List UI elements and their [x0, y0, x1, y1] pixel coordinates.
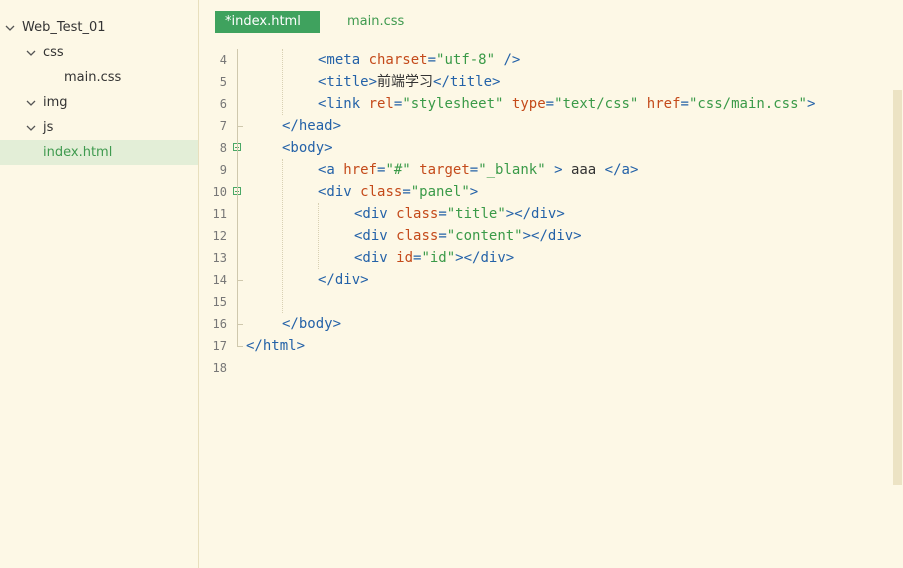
line-number: 13 [212, 251, 227, 265]
code-text: <div class="panel"> [318, 184, 479, 200]
code-line[interactable]: 16 </body> [199, 313, 889, 335]
indent-guide [282, 49, 283, 115]
code-text: </div> [318, 272, 369, 288]
line-number: 17 [212, 339, 227, 353]
tab-index-html[interactable]: *index.html [215, 11, 320, 33]
code-text: <title>前端学习</title> [318, 74, 501, 90]
code-line[interactable]: 4 <meta charset="utf-8" /> [199, 49, 889, 71]
line-number: 11 [212, 207, 227, 221]
tree-item-css[interactable]: css [0, 40, 198, 65]
code-line[interactable]: 8 <body> [199, 137, 889, 159]
tree-item-main-css[interactable]: main.css [0, 65, 198, 90]
code-text: <meta charset="utf-8" /> [318, 52, 521, 68]
tree-item-img[interactable]: img [0, 90, 198, 115]
code-line[interactable]: 11 <div class="title"></div> [199, 203, 889, 225]
code-line[interactable]: 12 <div class="content"></div> [199, 225, 889, 247]
chevron-down-icon[interactable] [26, 99, 38, 107]
code-text: <body> [282, 140, 333, 156]
line-number: 14 [212, 273, 227, 287]
file-tree-sidebar: Web_Test_01 css main.css img js index.ht… [0, 0, 199, 568]
tab-main-css[interactable]: main.css [337, 11, 414, 33]
line-number: 12 [212, 229, 227, 243]
code-text: </body> [282, 316, 342, 332]
code-line[interactable]: 14 </div> [199, 269, 889, 291]
code-text: <div id="id"></div> [354, 250, 515, 266]
fold-gutter-line [237, 49, 238, 346]
code-line[interactable]: 13 <div id="id"></div> [199, 247, 889, 269]
tree-item-index-html[interactable]: index.html [0, 140, 198, 165]
code-line[interactable]: 15 [199, 291, 889, 313]
chevron-down-icon[interactable] [5, 24, 17, 32]
chevron-down-icon[interactable] [26, 49, 38, 57]
line-number: 7 [219, 119, 227, 133]
tree-item-label: img [43, 95, 68, 110]
indent-guide [318, 203, 319, 269]
indent-guide [282, 159, 283, 313]
tree-item-label: js [43, 120, 54, 135]
code-line[interactable]: 6 <link rel="stylesheet" type="text/css" … [199, 93, 889, 115]
line-number: 8 [219, 141, 227, 155]
line-number: 4 [219, 53, 227, 67]
tree-item-js[interactable]: js [0, 115, 198, 140]
line-number: 9 [219, 163, 227, 177]
code-text: <div class="title"></div> [354, 206, 565, 222]
code-text: </head> [282, 118, 342, 134]
tree-item-label: Web_Test_01 [22, 20, 106, 35]
tree-item-web-test-01[interactable]: Web_Test_01 [0, 15, 198, 40]
line-number: 15 [212, 295, 227, 309]
line-number: 6 [219, 97, 227, 111]
code-text: <div class="content"></div> [354, 228, 582, 244]
line-number: 5 [219, 75, 227, 89]
code-text: <a href="#" target="_blank" > aaa </a> [318, 162, 639, 178]
code-text: <link rel="stylesheet" type="text/css" h… [318, 96, 816, 112]
editor-tab-bar: *index.html main.css [199, 0, 903, 44]
vertical-scrollbar-thumb[interactable] [893, 90, 902, 485]
tree-item-label: css [43, 45, 64, 60]
line-number: 16 [212, 317, 227, 331]
fold-gutter-end [237, 346, 243, 347]
code-line[interactable]: 7 </head> [199, 115, 889, 137]
code-editor[interactable]: 4 <meta charset="utf-8" /> 5 <title>前端学习</t… [199, 48, 903, 568]
chevron-down-icon[interactable] [26, 124, 38, 132]
code-line[interactable]: 17 </html> [199, 335, 889, 357]
code-line[interactable]: 5 <title>前端学习</title> [199, 71, 889, 93]
code-line[interactable]: 10 <div class="panel"> [199, 181, 889, 203]
line-number: 10 [212, 185, 227, 199]
tree-item-label: main.css [64, 70, 122, 85]
tree-item-label: index.html [43, 145, 113, 160]
code-line[interactable]: 9 <a href="#" target="_blank" > aaa </a> [199, 159, 889, 181]
code-line[interactable]: 18 [199, 357, 889, 379]
line-number: 18 [212, 361, 227, 375]
code-text: </html> [246, 338, 306, 354]
